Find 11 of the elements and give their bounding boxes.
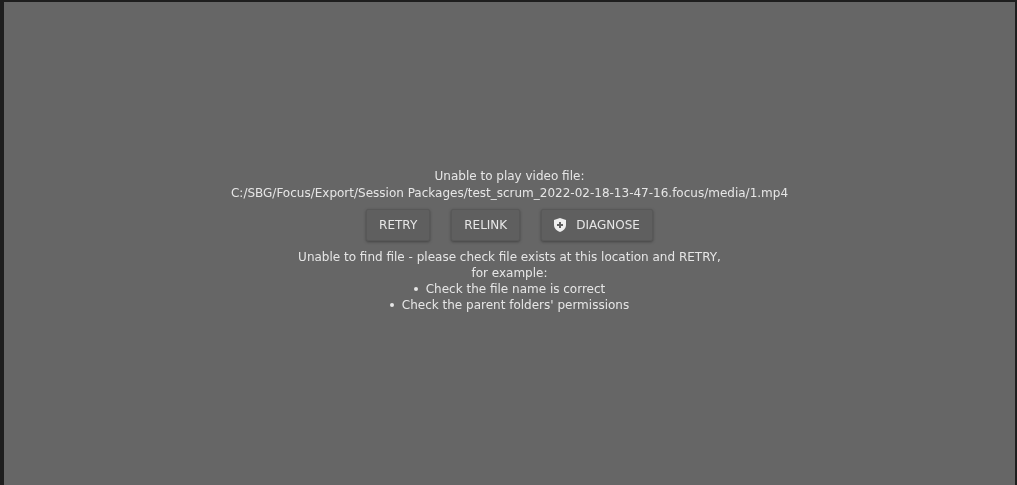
error-message: Unable to find file - please check file exists at this location and RETRY, for example: [297,249,722,281]
hint-text: Check the file name is correct [425,281,606,297]
bullet-icon [413,287,418,291]
action-button[interactable]: RELINK [451,209,521,241]
diagnose-button[interactable]: DIAGNOSE [541,209,653,241]
action-button[interactable]: RETRY [366,209,431,241]
shield-plus-icon [554,218,567,232]
bullet-icon [389,303,394,307]
hint-text: Check the parent folders' permissions [401,297,630,313]
file-path: C:/SBG/Focus/Export/Session Packages/test_scrum_2022-02-18-13-47-16.focus/media/1.mp4 [230,185,789,202]
error-title: Unable to play video file: [434,168,585,185]
